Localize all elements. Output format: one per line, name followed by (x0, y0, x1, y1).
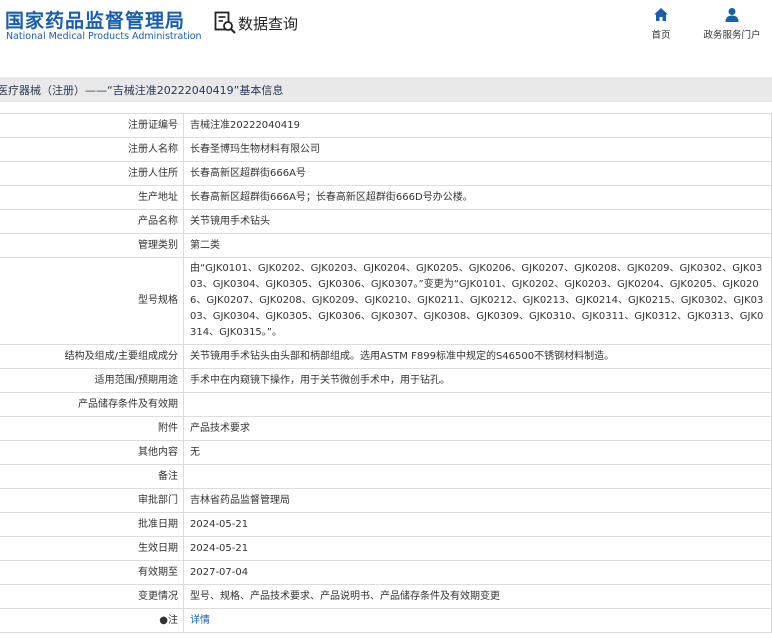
field-label: 型号规格 (0, 257, 184, 345)
field-label: 批准日期 (0, 512, 184, 537)
site-logo-subtitle[interactable]: National Medical Products Administration (6, 31, 202, 42)
field-value: 吉林省药品监督管理局 (183, 488, 772, 513)
info-row: 其他内容无 (0, 440, 772, 465)
field-value: 长春高新区超群街666A号 (183, 161, 772, 186)
field-value: 2024-05-21 (183, 512, 772, 537)
breadcrumb: 医疗器械（注册）——“吉械注准20222040419”基本信息 (0, 77, 772, 102)
field-label: 其他内容 (0, 440, 184, 465)
field-value: 关节镜用手术钻头 (183, 209, 772, 234)
field-value: 2027-07-04 (183, 560, 772, 585)
info-row: 注册人名称 长春圣博玛生物材料有限公司 (0, 137, 772, 162)
registration-info-table: 注册证编号 吉械注准20222040419 注册人名称 长春圣博玛生物材料有限公司 注册… (0, 113, 772, 633)
site-logo-title[interactable]: 国家药品监督管理局 (5, 6, 185, 33)
info-row: 产品名称 关节镜用手术钻头 (0, 209, 772, 234)
field-label: 管理类别 (0, 233, 184, 258)
field-label: 产品储存条件及有效期 (0, 392, 184, 417)
nav-gov-portal-label: 政务服务门户 (703, 30, 761, 41)
info-row: 审批部门 吉林省药品监督管理局 (0, 488, 772, 513)
field-label: 产品名称 (0, 209, 184, 234)
field-value: 第二类 (183, 233, 772, 258)
info-row: 变更情况 型号、规格、产品技术要求、产品说明书、产品储存条件及有效期变更 (0, 584, 772, 609)
nav-home-button[interactable]: 首页 (629, 7, 693, 41)
field-value: 详情 (183, 608, 772, 633)
field-label: 适用范围/预期用途 (0, 368, 184, 393)
field-label: 注册证编号 (0, 113, 184, 138)
user-icon (725, 8, 739, 22)
field-value: 吉械注准20222040419 (183, 113, 772, 138)
field-value: 2024-05-21 (183, 536, 772, 561)
field-label: ●注 (0, 608, 184, 633)
field-value: 手术中在内窥镜下操作，用于关节微创手术中，用于钻孔。 (183, 368, 772, 393)
breadcrumb-text: 医疗器械（注册）——“吉械注准20222040419”基本信息 (0, 84, 284, 97)
info-row: 适用范围/预期用途 手术中在内窥镜下操作，用于关节微创手术中，用于钻孔。 (0, 368, 772, 393)
info-row: 备注 (0, 464, 772, 489)
field-label: 生产地址 (0, 185, 184, 210)
details-link[interactable]: 详情 (190, 615, 210, 626)
info-row: 注册证编号 吉械注准20222040419 (0, 113, 772, 138)
field-label: 生效日期 (0, 536, 184, 561)
info-row: ●注 详情 (0, 608, 772, 633)
field-value: 关节镜用手术钻头由头部和柄部组成。选用ASTM F899标准中规定的S46500… (183, 344, 772, 369)
field-value: 由“GJK0101、GJK0202、GJK0203、GJK0204、GJK020… (183, 257, 772, 345)
field-value (183, 464, 772, 489)
info-row: 产品储存条件及有效期 (0, 392, 772, 417)
field-value: 型号、规格、产品技术要求、产品说明书、产品储存条件及有效期变更 (183, 584, 772, 609)
document-search-icon (214, 11, 236, 34)
field-value: 长春圣博玛生物材料有限公司 (183, 137, 772, 162)
field-value (183, 392, 772, 417)
field-value: 产品技术要求 (183, 416, 772, 441)
field-label: 附件 (0, 416, 184, 441)
site-header: 国家药品监督管理局 National Medical Products Admi… (0, 0, 772, 62)
info-row: 生产地址 长春高新区超群街666A号；长春高新区超群街666D号办公楼。 (0, 185, 772, 210)
info-row: 结构及组成/主要组成成分 关节镜用手术钻头由头部和柄部组成。选用ASTM F899… (0, 344, 772, 369)
field-label: 注册人住所 (0, 161, 184, 186)
nav-gov-portal-button[interactable]: 政务服务门户 (700, 7, 764, 41)
data-query-title[interactable]: 数据查询 (214, 11, 298, 35)
field-label: 备注 (0, 464, 184, 489)
home-icon (654, 8, 668, 21)
field-label: 变更情况 (0, 584, 184, 609)
info-row: 生效日期 2024-05-21 (0, 536, 772, 561)
info-row: 型号规格 由“GJK0101、GJK0202、GJK0203、GJK0204、GJ… (0, 257, 772, 345)
info-row: 管理类别 第二类 (0, 233, 772, 258)
nav-home-label: 首页 (651, 30, 671, 41)
field-label: 审批部门 (0, 488, 184, 513)
field-label: 注册人名称 (0, 137, 184, 162)
info-row: 附件 产品技术要求 (0, 416, 772, 441)
data-query-label: 数据查询 (238, 14, 299, 33)
info-row: 批准日期 2024-05-21 (0, 512, 772, 537)
field-value: 无 (183, 440, 772, 465)
info-row: 有效期至 2027-07-04 (0, 560, 772, 585)
field-value: 长春高新区超群街666A号；长春高新区超群街666D号办公楼。 (183, 185, 772, 210)
field-label: 有效期至 (0, 560, 184, 585)
info-row: 注册人住所 长春高新区超群街666A号 (0, 161, 772, 186)
field-label: 结构及组成/主要组成成分 (0, 344, 184, 369)
